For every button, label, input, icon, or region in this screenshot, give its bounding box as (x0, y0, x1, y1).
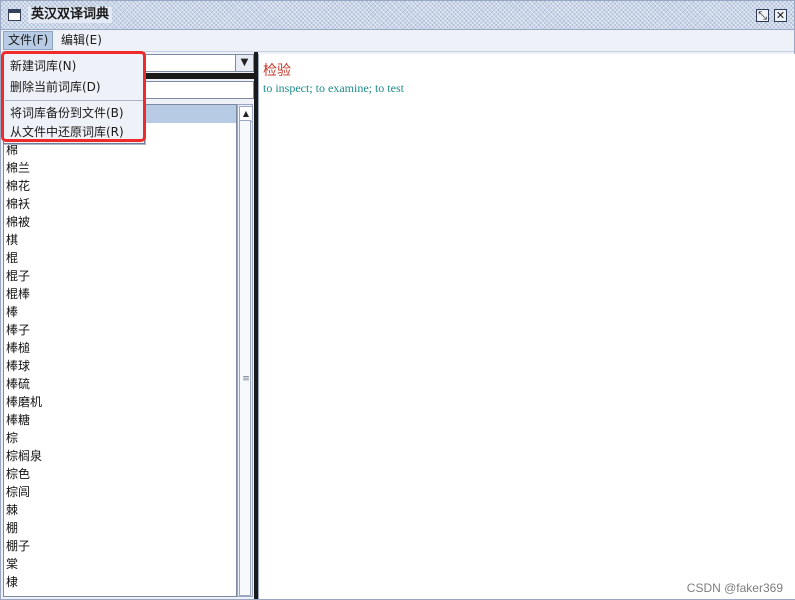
list-item[interactable]: 棒子 (4, 321, 236, 339)
list-item[interactable]: 棕闾 (4, 483, 236, 501)
list-item[interactable]: 棕 (4, 429, 236, 447)
window-title: 英汉双译词典 (28, 7, 113, 23)
definition-meaning: to inspect; to examine; to test (263, 81, 404, 95)
list-item[interactable]: 棘 (4, 501, 236, 519)
list-item[interactable]: 棕榈泉 (4, 447, 236, 465)
list-item[interactable]: 棉袄 (4, 195, 236, 213)
menu-edit[interactable]: 编辑(E) (57, 31, 106, 50)
word-list-scrollbar[interactable]: ▲ ≡ (237, 104, 253, 597)
list-item[interactable]: 棕色 (4, 465, 236, 483)
list-item[interactable]: 棒磨机 (4, 393, 236, 411)
chevron-down-icon[interactable]: ▼ (235, 55, 253, 71)
definition-word: 检验 (263, 63, 291, 79)
list-item[interactable]: 棍棒 (4, 285, 236, 303)
word-list[interactable]: 棉 棉兰 棉花 棉袄 棉被 棋 棍 棍子 棍棒 棒 棒子 棒槌 棒球 棒硫 棒磨… (3, 104, 237, 597)
watermark: CSDN @faker369 (686, 581, 783, 595)
close-icon[interactable]: ✕ (774, 9, 787, 22)
definition-panel: 检验 to inspect; to examine; to test CSDN … (258, 54, 795, 599)
app-window: 英汉双译词典 ⤡ ✕ 文件(F) 编辑(E) ▼ 棉 棉兰 棉花 棉袄 棉被 棋… (0, 0, 795, 600)
title-bar[interactable]: 英汉双译词典 ⤡ ✕ (1, 1, 794, 30)
list-item[interactable]: 棋 (4, 231, 236, 249)
annotation-highlight-box (1, 51, 146, 142)
list-item[interactable]: 棍 (4, 249, 236, 267)
list-item[interactable]: 棒硫 (4, 375, 236, 393)
grip-icon: ≡ (242, 374, 250, 384)
list-item[interactable]: 棉兰 (4, 159, 236, 177)
list-item[interactable]: 棉被 (4, 213, 236, 231)
list-item[interactable]: 棒球 (4, 357, 236, 375)
list-item[interactable]: 棚子 (4, 537, 236, 555)
list-item[interactable]: 棉花 (4, 177, 236, 195)
list-item[interactable]: 棠 (4, 555, 236, 573)
restore-icon[interactable]: ⤡ (756, 9, 769, 22)
menu-file[interactable]: 文件(F) (3, 31, 54, 50)
list-item[interactable]: 棒 (4, 303, 236, 321)
scroll-thumb[interactable]: ≡ (239, 120, 251, 596)
app-window-icon (8, 9, 21, 21)
menu-bar: 文件(F) 编辑(E) (1, 30, 794, 52)
list-item[interactable]: 棒槌 (4, 339, 236, 357)
list-item[interactable]: 棣 (4, 573, 236, 591)
list-item[interactable]: 棍子 (4, 267, 236, 285)
list-item[interactable]: 棚 (4, 519, 236, 537)
list-item[interactable]: 棒糖 (4, 411, 236, 429)
